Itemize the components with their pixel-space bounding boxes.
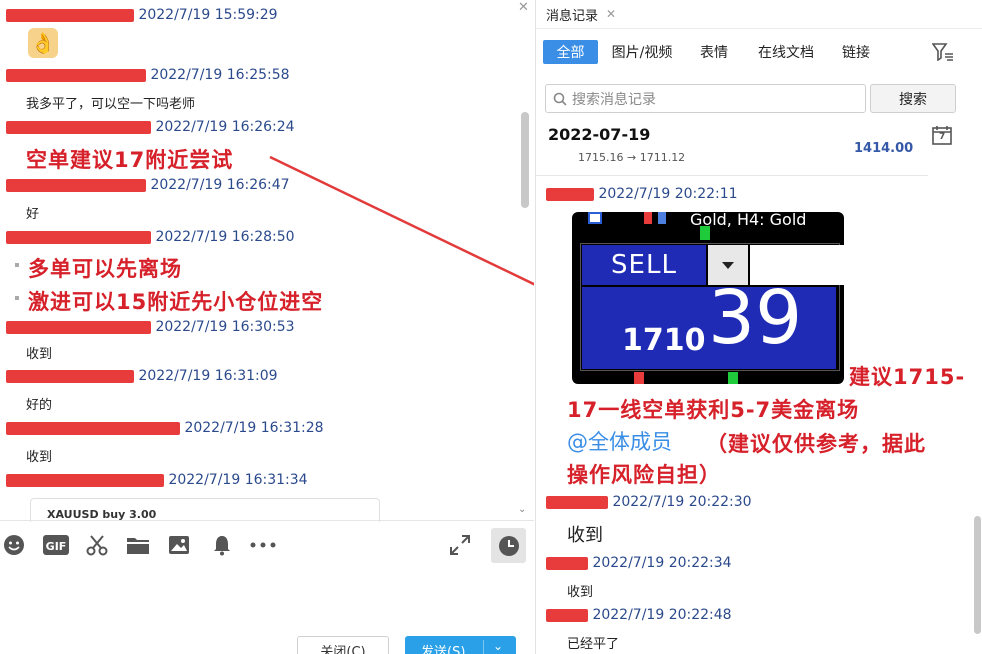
search-placeholder: 搜索消息记录 [572, 91, 656, 108]
toolbar-glyph [588, 212, 602, 224]
candle-marker [658, 212, 666, 224]
chat-pane: ✕ 2022/7/19 15:59:29 👌 2022/7/19 16:25:5… [0, 0, 534, 654]
candle-marker [644, 212, 652, 224]
calendar-day: 7 [939, 132, 946, 142]
search-button[interactable]: 搜索 [870, 84, 956, 113]
mention-all[interactable]: @全体成员 [567, 426, 672, 456]
calendar-icon[interactable]: 7 [932, 125, 952, 145]
advice-text: 操作风险自担） [567, 463, 721, 487]
message-history-pane: 消息记录 ✕ 全部 图片/视频 表情 在线文档 链接 搜索消息记录 搜索 202… [535, 0, 982, 654]
search-input[interactable]: 搜索消息记录 [545, 84, 866, 113]
history-scrollbar[interactable] [974, 516, 981, 634]
close-tab-icon[interactable]: ✕ [606, 7, 616, 21]
message-text: 收到 [567, 525, 603, 546]
redacted-name [546, 608, 588, 622]
redacted-name [546, 495, 608, 509]
candle-marker [634, 372, 644, 384]
redacted-name [546, 187, 594, 201]
message-header: 2022/7/19 20:22:48 [546, 607, 732, 623]
candle-marker [728, 372, 738, 384]
advice-text: （建议仅供参考，据此 [706, 432, 926, 456]
price-panel: 1710 39 [582, 281, 836, 369]
tab-media[interactable]: 图片/视频 [602, 40, 682, 64]
caret-down-icon [722, 261, 734, 269]
search-icon [553, 92, 567, 106]
candle-marker [700, 226, 710, 240]
history-title: 消息记录 [546, 8, 599, 24]
message-text: 已经平了 [567, 637, 620, 652]
tab-links[interactable]: 链接 [834, 40, 878, 64]
sell-button[interactable]: SELL [582, 245, 706, 285]
price-line: 1715.16 → 1711.12 [578, 151, 686, 164]
date-header: 2022-07-19 [548, 125, 651, 144]
tab-all[interactable]: 全部 [543, 40, 598, 64]
tab-docs[interactable]: 在线文档 [748, 40, 824, 64]
filter-icon[interactable] [931, 43, 954, 65]
redacted-name [546, 556, 588, 570]
message-header: 2022/7/19 20:22:30 [546, 494, 752, 510]
price-peek-clip: 1414.00 [854, 139, 914, 153]
message-header: 2022/7/19 20:22:34 [546, 555, 732, 571]
tab-stickers[interactable]: 表情 [692, 40, 736, 64]
history-tab-header[interactable]: 消息记录 ✕ [536, 0, 636, 28]
price-small: 1710 [622, 323, 706, 358]
advice-text: 建议1715- [849, 365, 966, 389]
divider [536, 175, 928, 176]
message-header: 2022/7/19 20:22:11 [546, 186, 738, 202]
price-peek: 1414.00 [854, 141, 914, 153]
divider [536, 28, 982, 29]
message-text: 收到 [567, 585, 594, 600]
price-big: 39 [708, 275, 803, 361]
annotation-arrow [269, 155, 534, 286]
advice-text: 17一线空单获利5-7美金离场 [567, 398, 860, 422]
trade-screenshot[interactable]: Gold, H4: Gold SELL 1710 39 [572, 212, 844, 384]
